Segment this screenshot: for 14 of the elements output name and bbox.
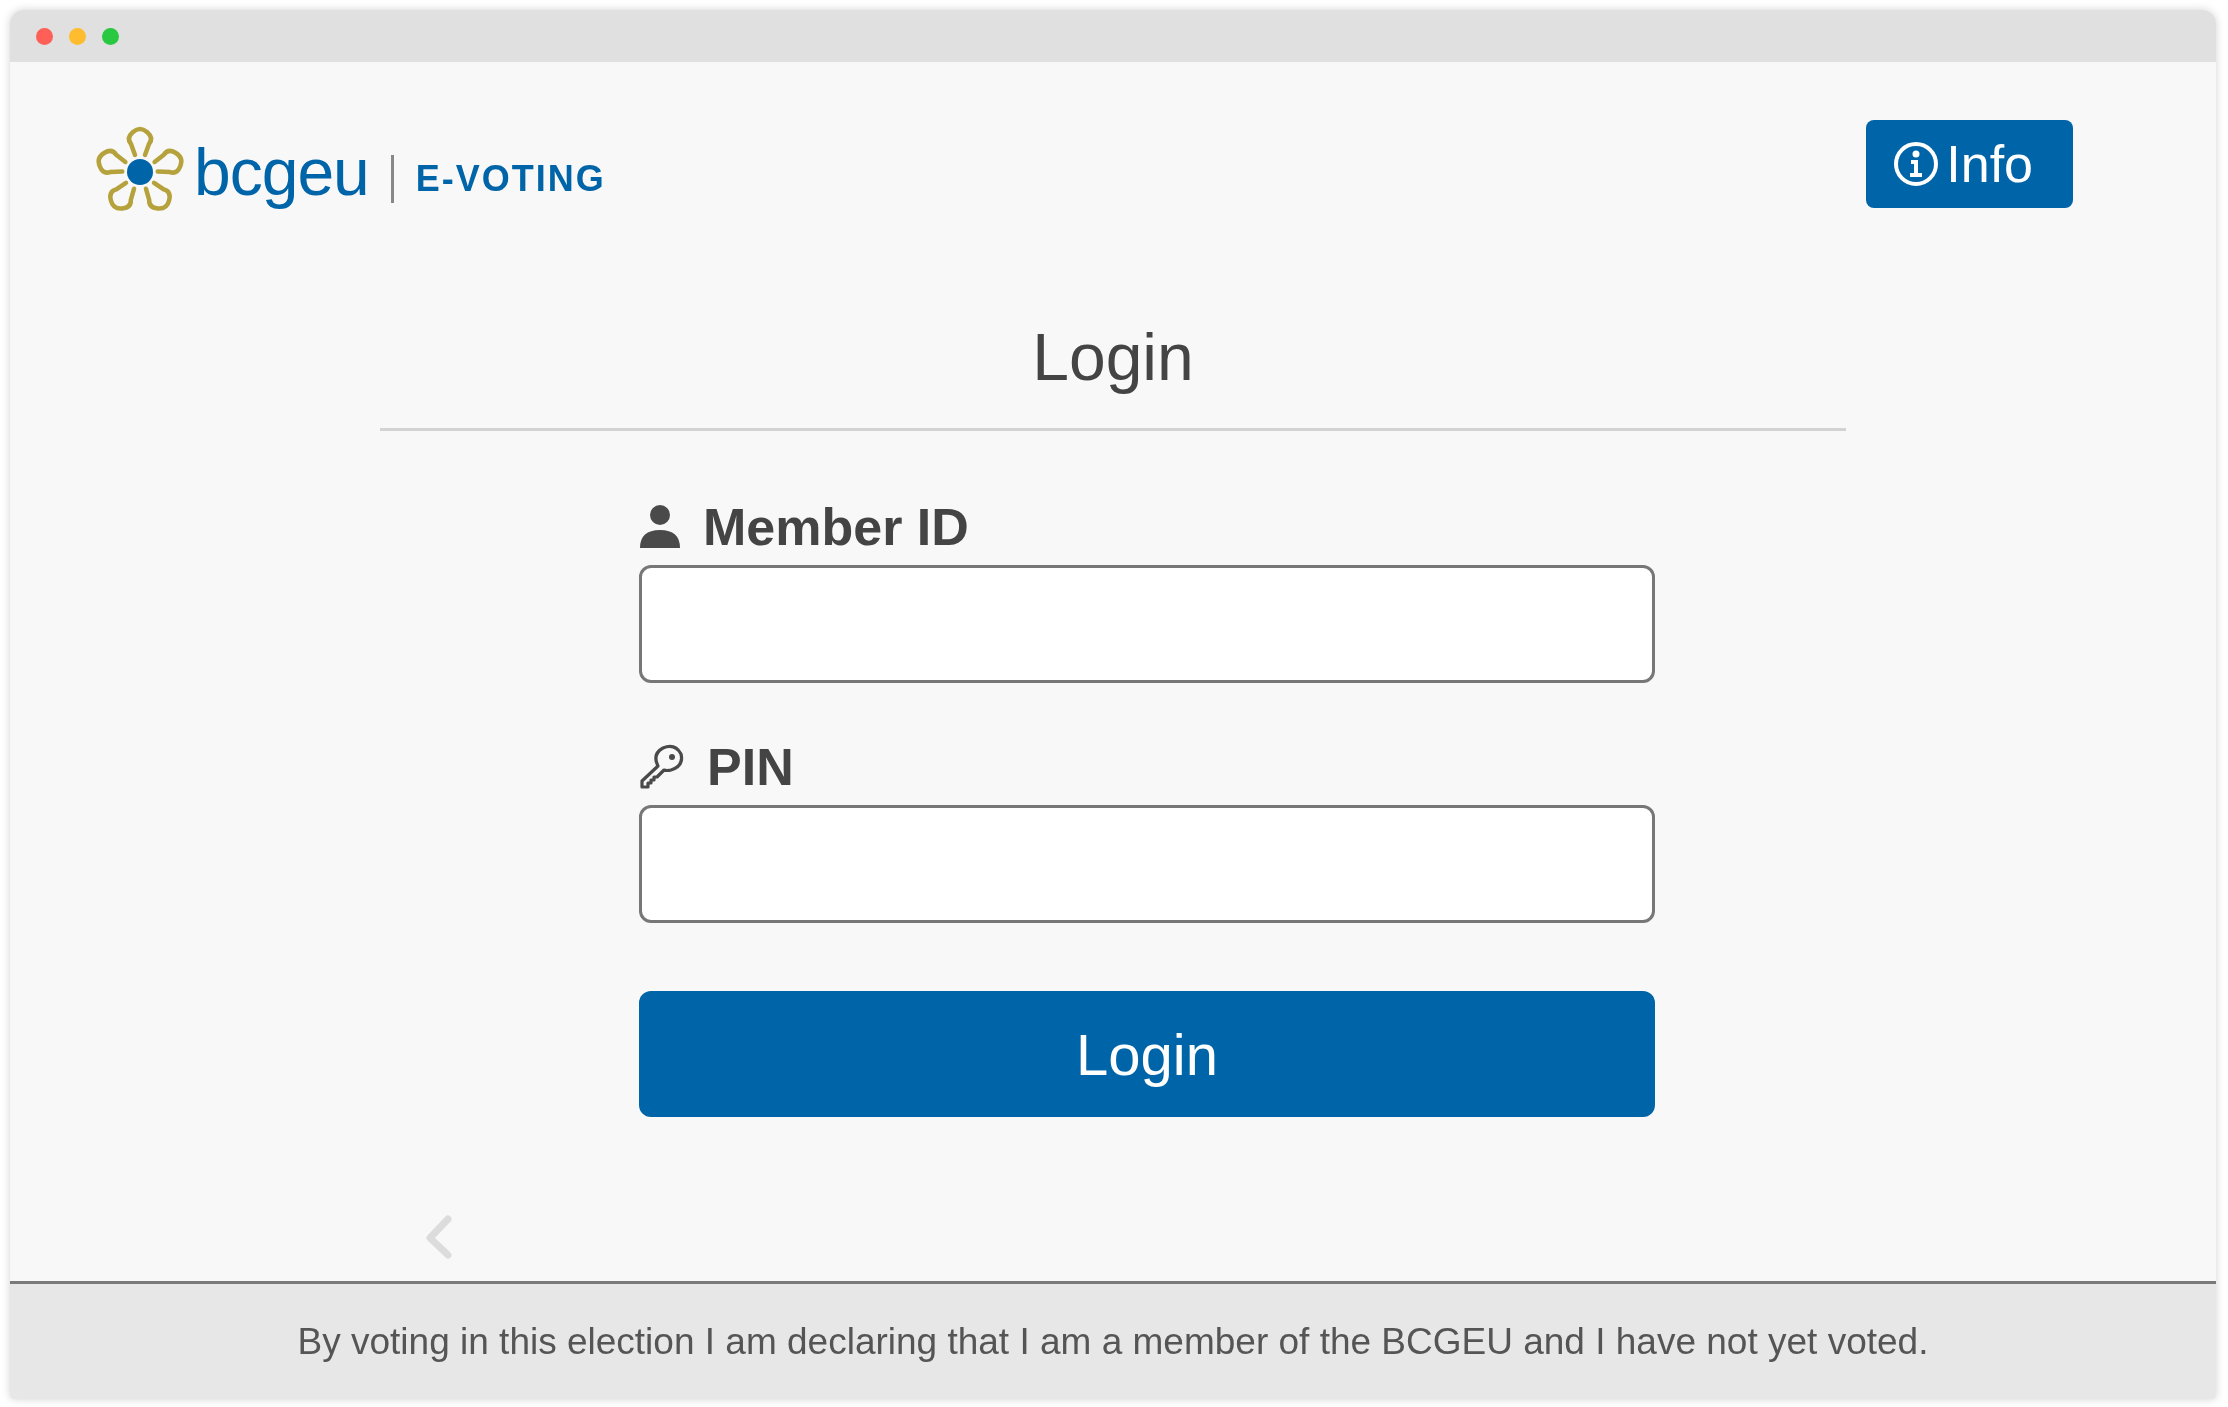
field-label: Member ID: [703, 501, 969, 553]
field-label: PIN: [707, 741, 794, 793]
input-field[interactable]: [639, 805, 1655, 923]
info-icon: [1892, 140, 1941, 188]
declaration-text: By voting in this election I am declaring that I am a member of the BCGEU and I have not yet voted.: [297, 1319, 1929, 1364]
user-icon: [639, 504, 681, 550]
info-button[interactable]: Info: [1866, 120, 2073, 208]
product-name: E-VOTING: [415, 157, 606, 201]
minimize-window-icon[interactable]: [69, 27, 86, 45]
maximize-window-icon[interactable]: [102, 27, 119, 45]
close-window-icon[interactable]: [36, 27, 53, 45]
input-field[interactable]: [639, 565, 1655, 683]
key-icon: [639, 744, 685, 790]
login-button[interactable]: Login: [639, 991, 1655, 1117]
